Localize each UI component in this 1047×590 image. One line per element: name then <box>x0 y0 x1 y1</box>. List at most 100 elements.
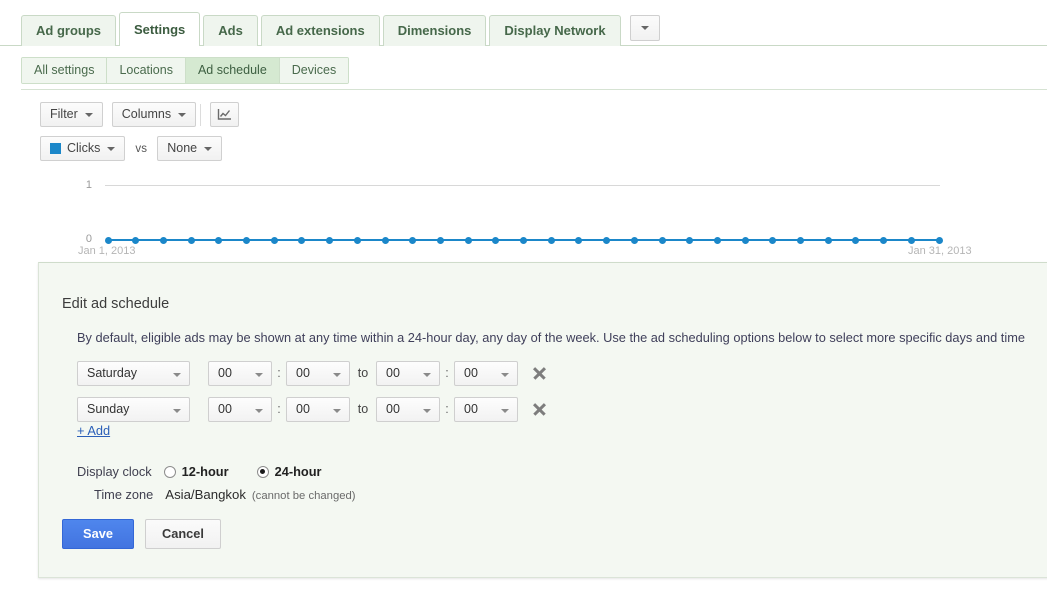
chevron-down-icon <box>204 146 213 151</box>
report-toolbar: Filter Columns Clicks vs None <box>0 96 1047 166</box>
chart-data-point[interactable] <box>436 236 444 244</box>
tab-ad-extensions[interactable]: Ad extensions <box>260 15 380 46</box>
chevron-down-icon <box>255 372 263 377</box>
chevron-down-icon <box>173 408 181 413</box>
filter-button-label: Filter <box>50 107 78 121</box>
start-hour-select-1[interactable]: 00 <box>208 396 272 422</box>
chart-data-point[interactable] <box>409 236 417 244</box>
tab-ads[interactable]: Ads <box>203 15 258 46</box>
primary-tab-bar: Ad groups Settings Ads Ad extensions Dim… <box>0 0 1047 46</box>
chart-data-point[interactable] <box>215 236 223 244</box>
time-colon: : <box>445 402 449 416</box>
tab-display-network[interactable]: Display Network <box>489 15 621 46</box>
chart-xtick-end: Jan 31, 2013 <box>908 245 972 257</box>
day-select-0[interactable]: Saturday <box>77 360 190 386</box>
radio-icon <box>163 465 176 478</box>
chart-data-point[interactable] <box>520 236 527 244</box>
start-hour-select-0[interactable]: 00 <box>208 360 272 386</box>
chart-toggle-button[interactable] <box>210 102 240 127</box>
chart-data-point[interactable] <box>630 236 638 244</box>
end-hour-select-1[interactable]: 00 <box>376 396 440 422</box>
filter-button[interactable]: Filter <box>40 102 103 127</box>
radio-icon-selected <box>256 465 269 478</box>
performance-chart: 1 0 Jan 1, 2013 Jan 31, 2013 <box>0 166 1047 261</box>
close-icon[interactable] <box>531 401 547 417</box>
subtab-locations[interactable]: Locations <box>107 58 186 83</box>
chart-data-point[interactable] <box>326 236 334 244</box>
end-minute-select-1[interactable]: 00 <box>454 396 518 422</box>
chart-data-point[interactable] <box>907 236 915 244</box>
chart-data-point[interactable] <box>492 236 500 244</box>
chart-data-point[interactable] <box>686 236 694 244</box>
day-select-value: Saturday <box>87 365 138 380</box>
compare-metric-selector[interactable]: None <box>157 136 223 161</box>
chart-data-point[interactable] <box>187 236 195 244</box>
chart-data-point[interactable] <box>935 236 943 244</box>
chart-data-point[interactable] <box>270 236 278 244</box>
metric-selector-clicks[interactable]: Clicks <box>40 136 126 161</box>
close-icon[interactable] <box>531 365 547 381</box>
day-select-1[interactable]: Sunday <box>77 396 190 422</box>
chart-data-point[interactable] <box>243 236 250 244</box>
subtab-devices[interactable]: Devices <box>279 58 349 83</box>
chart-data-point[interactable] <box>298 236 306 244</box>
chart-data-point[interactable] <box>547 236 555 244</box>
chart-data-point[interactable] <box>104 236 112 244</box>
metric-color-swatch <box>50 143 61 154</box>
columns-button[interactable]: Columns <box>111 102 197 127</box>
chevron-down-icon <box>423 408 431 413</box>
start-minute-value: 00 <box>296 401 310 416</box>
radio-12-hour[interactable]: 12-hour <box>163 464 229 479</box>
chevron-down-icon <box>501 408 509 413</box>
chart-data-point[interactable] <box>159 236 167 244</box>
display-clock-row: Display clock 12-hour 24-hour <box>77 464 350 479</box>
tab-ad-groups[interactable]: Ad groups <box>21 15 116 46</box>
tab-dimensions[interactable]: Dimensions <box>382 15 487 46</box>
radio-12-hour-label: 12-hour <box>181 464 229 479</box>
chevron-down-icon <box>501 372 509 377</box>
add-schedule-row-link[interactable]: + Add <box>77 423 110 438</box>
chart-data-point[interactable] <box>381 236 389 244</box>
to-label: to <box>357 402 369 416</box>
start-minute-value: 00 <box>296 365 310 380</box>
start-minute-select-1[interactable]: 00 <box>286 396 350 422</box>
chart-data-point[interactable] <box>824 236 832 244</box>
columns-button-label: Columns <box>121 107 172 121</box>
chevron-down-icon <box>255 408 263 413</box>
subtab-all-settings[interactable]: All settings <box>22 58 108 83</box>
save-button[interactable]: Save <box>62 519 134 549</box>
subtab-ad-schedule[interactable]: Ad schedule <box>185 58 280 83</box>
vs-label: vs <box>135 142 148 155</box>
chevron-down-icon <box>333 408 341 413</box>
start-minute-select-0[interactable]: 00 <box>286 360 350 386</box>
chart-data-point[interactable] <box>741 236 749 244</box>
tab-overflow-button[interactable] <box>629 15 660 41</box>
chart-data-point[interactable] <box>575 236 583 244</box>
tab-settings[interactable]: Settings <box>119 12 201 46</box>
end-minute-select-0[interactable]: 00 <box>454 360 518 386</box>
secondary-tab-bar: All settings Locations Ad schedule Devic… <box>0 46 1047 90</box>
chart-data-point[interactable] <box>797 236 804 244</box>
cancel-button[interactable]: Cancel <box>145 519 221 549</box>
start-hour-value: 00 <box>218 365 232 380</box>
end-hour-select-0[interactable]: 00 <box>376 360 440 386</box>
chart-data-point[interactable] <box>132 236 140 244</box>
end-minute-value: 00 <box>464 401 478 416</box>
chart-data-point[interactable] <box>769 236 777 244</box>
chart-data-point[interactable] <box>658 236 666 244</box>
panel-description: By default, eligible ads may be shown at… <box>77 330 1025 345</box>
chevron-down-icon <box>84 112 93 117</box>
chart-data-point[interactable] <box>603 236 611 244</box>
chevron-down-icon <box>178 112 187 117</box>
chart-data-point[interactable] <box>880 236 888 244</box>
radio-24-hour[interactable]: 24-hour <box>256 464 322 479</box>
chart-data-point[interactable] <box>353 236 361 244</box>
chart-data-point[interactable] <box>852 236 860 244</box>
panel-title: Edit ad schedule <box>62 296 170 312</box>
chart-data-point[interactable] <box>464 236 472 244</box>
display-clock-label: Display clock <box>77 464 152 479</box>
chart-data-point[interactable] <box>713 236 721 244</box>
day-select-value: Sunday <box>87 401 130 416</box>
chevron-down-icon <box>640 26 649 30</box>
toolbar-row-metrics: Clicks vs None <box>40 136 223 161</box>
